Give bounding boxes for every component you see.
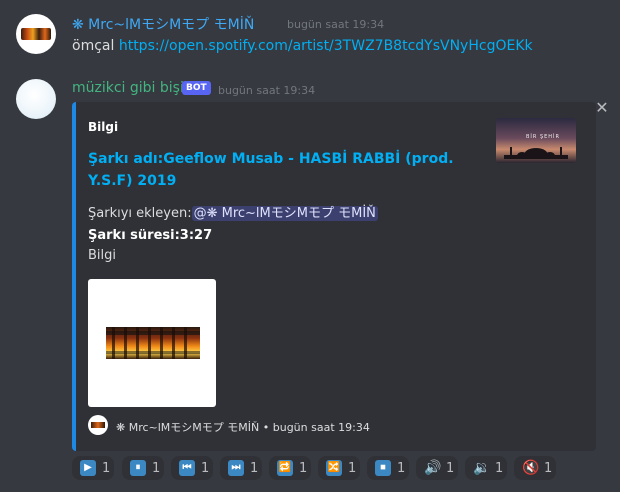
footer-username: ❋ Mrc~lMモシMモプ モMİŇ	[116, 421, 260, 434]
embed-title[interactable]: Şarkı adı:Geeflow Musab - HASBİ RABBİ (p…	[88, 148, 478, 192]
embed-thumbnail[interactable]: BİR ŞEHİR	[496, 118, 576, 163]
bot-username[interactable]: müzikci gibi bişi	[72, 80, 184, 96]
reaction-count: 1	[495, 460, 504, 476]
bot-avatar[interactable]	[16, 79, 56, 119]
pause-icon: ⏸	[130, 460, 146, 476]
volume-up-icon: 🔊	[424, 460, 442, 476]
stop-icon: ⏹	[375, 460, 391, 476]
reaction-count: 1	[250, 460, 259, 476]
previous-icon: ⏮	[179, 460, 195, 476]
reaction-shuffle[interactable]: 🔀 1	[318, 456, 360, 480]
reaction-pause[interactable]: ⏸ 1	[122, 456, 164, 480]
user-avatar[interactable]	[16, 14, 56, 54]
repeat-icon: 🔁	[277, 460, 293, 476]
reaction-volume-down[interactable]: 🔉 1	[465, 456, 507, 480]
reaction-mute[interactable]: 🔇 1	[514, 456, 556, 480]
next-icon: ⏭	[228, 460, 244, 476]
thumbnail-text: BİR ŞEHİR	[526, 134, 561, 140]
reaction-count: 1	[544, 460, 553, 476]
reaction-count: 1	[397, 460, 406, 476]
play-icon: ▶	[80, 460, 96, 476]
reaction-count: 1	[299, 460, 308, 476]
reaction-count: 1	[201, 460, 210, 476]
added-by-line: Şarkıyı ekleyen: @❋ Mrc~lMモシMモプ モMİŇ	[88, 202, 378, 221]
reaction-count: 1	[102, 460, 111, 476]
duration-text: Şarkı süresi:3:27	[88, 228, 213, 243]
message-1-content: ömçal https://open.spotify.com/artist/3T…	[72, 38, 533, 54]
reaction-play[interactable]: ▶ 1	[72, 456, 114, 480]
flame-logo-avatar	[21, 28, 51, 40]
shuffle-icon: 🔀	[326, 460, 342, 476]
message-1-text: ömçal	[72, 38, 119, 54]
reaction-repeat[interactable]: 🔁 1	[269, 456, 311, 480]
mute-icon: 🔇	[522, 460, 540, 476]
reaction-count: 1	[152, 460, 161, 476]
reaction-previous[interactable]: ⏮ 1	[171, 456, 213, 480]
reaction-stop[interactable]: ⏹ 1	[367, 456, 409, 480]
bot-badge: BOT	[182, 81, 211, 95]
embed-description: Bilgi	[88, 248, 117, 263]
reaction-volume-up[interactable]: 🔊 1	[416, 456, 458, 480]
user-mention[interactable]: @❋ Mrc~lMモシMモプ モMİŇ	[191, 206, 378, 221]
close-icon[interactable]: ✕	[594, 100, 610, 116]
footer-text: ❋ Mrc~lMモシMモプ モMİŇ • bugün saat 19:34	[116, 419, 370, 435]
message-2-timestamp: bugün saat 19:34	[218, 84, 316, 97]
footer-avatar	[88, 415, 108, 435]
added-by-label: Şarkıyı ekleyen:	[88, 206, 192, 221]
reaction-count: 1	[348, 460, 357, 476]
spotify-link[interactable]: https://open.spotify.com/artist/3TWZ7B8t…	[119, 38, 533, 54]
embed-author: Bilgi	[88, 120, 119, 134]
message-1-timestamp: bugün saat 19:34	[287, 18, 385, 31]
embed-image[interactable]	[88, 279, 216, 407]
reaction-count: 1	[446, 460, 455, 476]
reaction-next[interactable]: ⏭ 1	[220, 456, 262, 480]
song-embed: Bilgi Şarkı adı:Geeflow Musab - HASBİ RA…	[72, 102, 596, 451]
flame-logo-icon	[106, 327, 200, 359]
message-1-username[interactable]: ❋ Mrc~lMモシMモプ モMİŇ	[72, 14, 254, 34]
footer-timestamp: • bugün saat 19:34	[262, 421, 370, 434]
volume-down-icon: 🔉	[473, 460, 491, 476]
mosque-silhouette-icon	[504, 147, 568, 159]
